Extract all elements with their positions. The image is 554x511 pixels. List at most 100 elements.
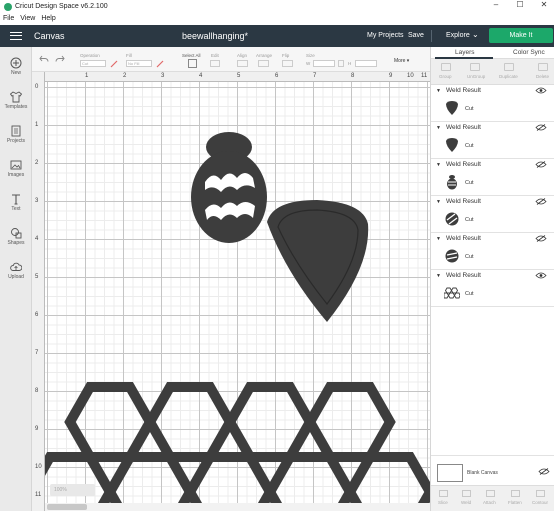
edit-toolbar: Operation Cut Fill No Fill Select All Ed… [32, 47, 430, 72]
ruler-tick-label: 1 [85, 73, 89, 79]
operation-select[interactable]: Cut [80, 60, 106, 67]
chevron-down-icon[interactable]: ▼ [436, 162, 441, 168]
ruler-tick-label: 4 [35, 236, 39, 242]
layer-item[interactable]: ▼ Weld Result Cut [431, 159, 554, 196]
explore-link[interactable]: Explore [446, 32, 470, 39]
attach-icon[interactable] [486, 490, 495, 497]
make-it-button[interactable]: Make It [489, 28, 553, 43]
delete-icon[interactable] [538, 63, 548, 71]
chevron-down-icon[interactable]: ▼ [436, 273, 441, 279]
layer-item[interactable]: ▼ Weld Result Cut [431, 233, 554, 270]
eye-hidden-icon[interactable] [538, 468, 550, 475]
fill-select[interactable]: No Fill [126, 60, 152, 67]
duplicate-icon[interactable] [504, 63, 514, 71]
ruler-tick-label: 7 [313, 73, 317, 79]
contour-icon[interactable] [536, 490, 545, 497]
flatten-icon[interactable] [511, 490, 520, 497]
lock-icon[interactable] [338, 60, 344, 67]
chevron-down-icon[interactable]: ▼ [436, 125, 441, 131]
layer-item[interactable]: ▼ Weld Result Cut [431, 270, 554, 307]
chevron-down-icon[interactable]: ⌄ [472, 30, 479, 39]
duplicate-button[interactable]: Duplicate [499, 74, 518, 79]
bee-body-shape[interactable] [191, 132, 267, 243]
image-icon [10, 160, 22, 170]
blank-canvas-row[interactable]: Blank Canvas [431, 455, 554, 485]
my-projects-link[interactable]: My Projects [367, 32, 404, 39]
sidebar-item-text[interactable]: Text [0, 193, 32, 212]
weld-button[interactable]: Weld [461, 500, 471, 505]
horizontal-scrollbar[interactable] [45, 503, 430, 511]
tab-layers[interactable]: Layers [455, 49, 475, 56]
menu-view[interactable]: View [20, 15, 35, 22]
sidebar-item-upload[interactable]: Upload [0, 261, 32, 280]
pen-icon[interactable] [110, 60, 119, 68]
design-canvas[interactable] [45, 82, 430, 511]
weld-icon[interactable] [462, 490, 471, 497]
layer-item[interactable]: ▼ Weld Result Cut [431, 122, 554, 159]
ruler-tick-label: 6 [35, 312, 39, 318]
menu-bar: File View Help [0, 13, 554, 24]
close-button[interactable]: ✕ [534, 0, 554, 9]
menu-help[interactable]: Help [41, 15, 55, 22]
ungroup-button[interactable]: UnGroup [467, 74, 485, 79]
arrange-label: Arrange [256, 53, 273, 58]
eye-icon[interactable] [535, 87, 547, 94]
eye-hidden-icon[interactable] [535, 124, 547, 131]
canvas-artwork [45, 132, 430, 511]
group-button[interactable]: Group [439, 74, 452, 79]
chevron-down-icon[interactable]: ▼ [436, 236, 441, 242]
select-all-icon[interactable] [188, 59, 197, 68]
ungroup-icon[interactable] [470, 63, 480, 71]
save-link[interactable]: Save [408, 32, 424, 39]
layer-item[interactable]: ▼ Weld Result Cut [431, 85, 554, 122]
undo-icon[interactable] [39, 55, 49, 63]
sidebar-item-projects[interactable]: Projects [0, 125, 32, 144]
zoom-control[interactable]: 100% [50, 484, 95, 496]
width-input[interactable] [313, 60, 335, 67]
scrollbar-thumb[interactable] [47, 504, 87, 510]
maximize-button[interactable]: ☐ [510, 0, 530, 9]
more-button[interactable]: More ▾ [394, 58, 409, 64]
ruler-tick-label: 10 [35, 464, 42, 470]
shield-shape[interactable] [267, 200, 369, 322]
contour-button[interactable]: Contour [532, 500, 548, 505]
layer-title: Weld Result [446, 87, 481, 94]
sidebar-item-label: New [10, 70, 21, 76]
slice-button[interactable]: Slice [438, 500, 448, 505]
chevron-down-icon[interactable]: ▼ [436, 199, 441, 205]
eye-hidden-icon[interactable] [535, 235, 547, 242]
layer-item[interactable]: ▼ Weld Result Cut [431, 196, 554, 233]
bee-body-thumbnail-icon [447, 175, 457, 190]
align-icon[interactable] [237, 60, 248, 67]
menu-file[interactable]: File [3, 15, 14, 22]
height-input[interactable] [355, 60, 377, 67]
attach-button[interactable]: Attach [483, 500, 496, 505]
redo-icon[interactable] [55, 55, 65, 63]
layer-title: Weld Result [446, 161, 481, 168]
flip-icon[interactable] [282, 60, 293, 67]
eye-hidden-icon[interactable] [535, 198, 547, 205]
sidebar-item-templates[interactable]: Templates [0, 91, 32, 110]
tab-color-sync[interactable]: Color Sync [513, 49, 545, 56]
sidebar-item-images[interactable]: Images [0, 159, 32, 178]
flatten-button[interactable]: Flatten [508, 500, 522, 505]
slice-icon[interactable] [439, 490, 448, 497]
delete-button[interactable]: Delete [536, 74, 549, 79]
hamburger-menu-icon[interactable] [10, 32, 22, 40]
honeycomb-shape[interactable] [45, 382, 430, 511]
scissors-icon[interactable] [210, 60, 220, 67]
eye-hidden-icon[interactable] [535, 161, 547, 168]
shield-thumbnail-icon [446, 101, 458, 115]
group-icon[interactable] [441, 63, 451, 71]
flip-label: Flip [282, 53, 290, 58]
edit-label: Edit [211, 53, 219, 58]
chevron-down-icon[interactable]: ▼ [436, 88, 441, 94]
minimize-button[interactable]: – [486, 0, 506, 9]
canvas-color-swatch[interactable] [437, 464, 463, 482]
blank-canvas-label: Blank Canvas [467, 470, 498, 476]
sidebar-item-new[interactable]: New [0, 57, 32, 76]
arrange-icon[interactable] [258, 60, 269, 67]
eye-icon[interactable] [535, 272, 547, 279]
sidebar-item-shapes[interactable]: Shapes [0, 227, 32, 246]
fill-pen-icon[interactable] [156, 60, 165, 68]
